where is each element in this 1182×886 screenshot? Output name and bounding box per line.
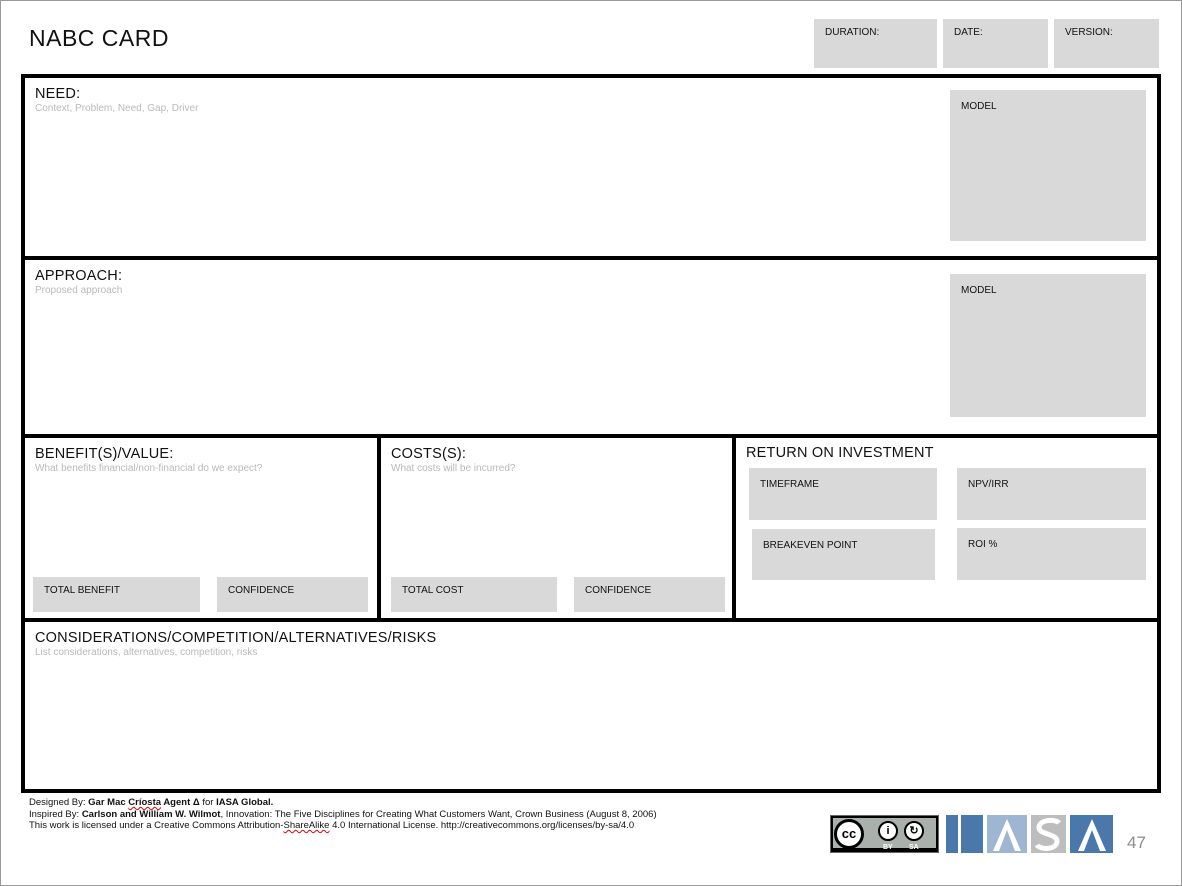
designer-name-b: Críosta: [128, 797, 162, 808]
credits-footer: Designed By: Gar Mac Críosta Agent Δ for…: [29, 797, 657, 832]
timeframe-box[interactable]: TIMEFRAME: [749, 468, 937, 520]
benefit-title: BENEFIT(S)/VALUE:: [35, 446, 174, 462]
approach-subtitle: Proposed approach: [35, 285, 123, 296]
page-title: NABC CARD: [29, 25, 169, 51]
npv-irr-label: NPV/IRR: [968, 479, 1009, 490]
need-model-label: MODEL: [961, 101, 997, 112]
approach-title: APPROACH:: [35, 268, 123, 284]
costs-title: COSTS(S):: [391, 446, 467, 462]
considerations-title: CONSIDERATIONS/COMPETITION/ALTERNATIVES/…: [35, 630, 437, 646]
total-benefit-box[interactable]: TOTAL BENEFIT: [33, 577, 200, 612]
benefit-confidence-box[interactable]: CONFIDENCE: [217, 577, 368, 612]
roi-section[interactable]: RETURN ON INVESTMENT TIMEFRAME NPV/IRR B…: [732, 434, 1161, 622]
designer-name-a: Gar Mac: [88, 797, 129, 808]
logo-bar-1: [946, 815, 958, 853]
benefit-subtitle: What benefits financial/non-financial do…: [35, 463, 263, 474]
org-name: IASA Global.: [216, 797, 274, 808]
cost-confidence-box[interactable]: CONFIDENCE: [574, 577, 725, 612]
approach-section[interactable]: APPROACH: Proposed approach MODEL: [21, 256, 1161, 438]
breakeven-label: BREAKEVEN POINT: [763, 540, 858, 551]
npv-irr-box[interactable]: NPV/IRR: [957, 468, 1146, 520]
need-model-box[interactable]: MODEL: [950, 90, 1146, 241]
approach-model-box[interactable]: MODEL: [950, 274, 1146, 417]
considerations-section[interactable]: CONSIDERATIONS/COMPETITION/ALTERNATIVES/…: [21, 618, 1161, 793]
date-field[interactable]: DATE:: [943, 19, 1048, 68]
timeframe-label: TIMEFRAME: [760, 479, 819, 490]
costs-subtitle: What costs will be incurred?: [391, 463, 516, 474]
duration-label: DURATION:: [825, 27, 880, 38]
cost-confidence-label: CONFIDENCE: [585, 585, 652, 596]
designed-for: for: [199, 797, 217, 808]
designed-by-line: Designed By: Gar Mac Críosta Agent Δ for…: [29, 797, 657, 809]
page-number: 47: [1127, 833, 1146, 852]
license-text-a: This work is licensed under a Creative C…: [29, 820, 284, 831]
inspired-prefix: Inspired By:: [29, 808, 82, 820]
cc-by-sa-badge[interactable]: cc i ↻ BY SA: [830, 815, 939, 853]
date-label: DATE:: [954, 27, 983, 38]
roi-percent-box[interactable]: ROI %: [957, 528, 1146, 580]
benefit-confidence-label: CONFIDENCE: [228, 585, 295, 596]
version-label: VERSION:: [1065, 27, 1113, 38]
need-subtitle: Context, Problem, Need, Gap, Driver: [35, 103, 199, 114]
roi-percent-label: ROI %: [968, 539, 998, 550]
license-line: This work is licensed under a Creative C…: [29, 820, 657, 832]
logo-bar-2: [961, 815, 983, 853]
breakeven-box[interactable]: BREAKEVEN POINT: [752, 529, 935, 580]
roi-title: RETURN ON INVESTMENT: [746, 445, 934, 461]
share-alike-icon: ↻: [904, 821, 924, 841]
total-benefit-label: TOTAL BENEFIT: [44, 585, 120, 596]
approach-model-label: MODEL: [961, 285, 997, 296]
need-section[interactable]: NEED: Context, Problem, Need, Gap, Drive…: [21, 74, 1161, 260]
license-text-b: ShareAlike: [283, 820, 330, 831]
costs-section[interactable]: COSTS(S): What costs will be incurred? T…: [377, 434, 736, 622]
license-text-c: 4.0 International License. http://creati…: [329, 820, 635, 831]
inspired-authors: Carlson and William W. Wilmot: [81, 808, 221, 820]
designer-name-c: Agent Δ: [161, 797, 200, 808]
total-cost-label: TOTAL COST: [402, 585, 464, 596]
inspired-by-line: Inspired By: Carlson and William W. Wilm…: [29, 809, 657, 821]
duration-field[interactable]: DURATION:: [814, 19, 937, 68]
cc-icon: cc: [834, 819, 864, 849]
sa-label: SA: [909, 844, 919, 851]
total-cost-box[interactable]: TOTAL COST: [391, 577, 557, 612]
benefit-section[interactable]: BENEFIT(S)/VALUE: What benefits financia…: [21, 434, 381, 622]
iasa-logo: [946, 815, 1113, 853]
inspired-rest: , Innovation: The Five Disciplines for C…: [220, 808, 657, 820]
need-title: NEED:: [35, 86, 81, 102]
by-label: BY: [883, 844, 893, 851]
considerations-subtitle: List considerations, alternatives, compe…: [35, 647, 258, 658]
version-field[interactable]: VERSION:: [1054, 19, 1159, 68]
attribution-person-icon: i: [878, 821, 898, 841]
designed-by-prefix: Designed By:: [29, 797, 89, 808]
